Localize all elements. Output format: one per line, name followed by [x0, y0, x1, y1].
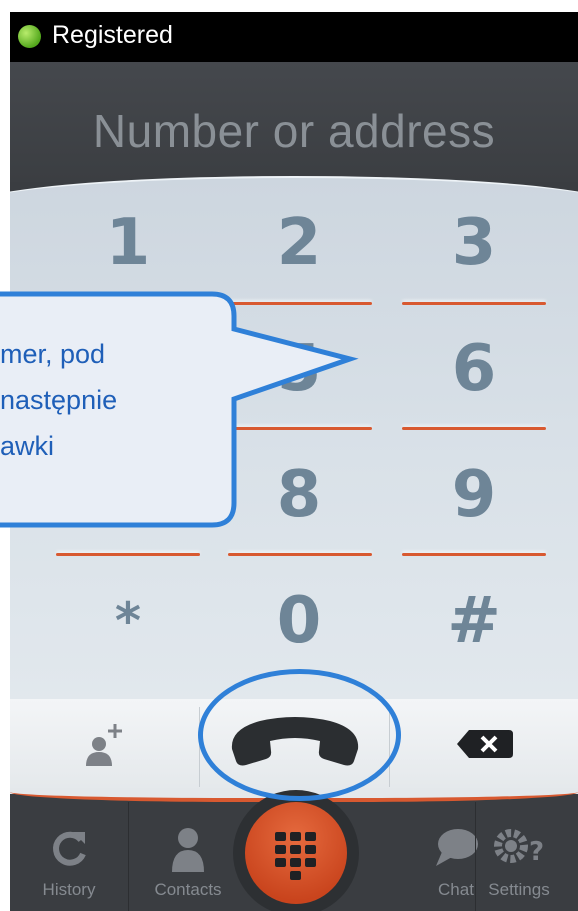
nav-contacts[interactable]: Contacts: [129, 802, 247, 911]
add-contact-button[interactable]: [10, 699, 199, 794]
address-bar: Number or address: [10, 62, 578, 182]
key-0[interactable]: 0: [227, 566, 371, 676]
backspace-icon: [455, 726, 515, 767]
gears-icon: ?: [460, 826, 578, 875]
address-input[interactable]: Number or address: [10, 104, 578, 158]
key-hash[interactable]: #: [402, 566, 546, 676]
backspace-button[interactable]: [390, 699, 578, 794]
nav-contacts-label: Contacts: [154, 880, 222, 899]
tutorial-callout: mer, pod następnie awki: [0, 291, 359, 528]
callout-text: mer, pod następnie awki: [0, 331, 230, 469]
add-contact-icon: [75, 714, 135, 779]
person-icon: [129, 826, 247, 879]
svg-text:?: ?: [529, 837, 544, 867]
call-button-highlight: [198, 669, 401, 801]
status-bar: Registered: [10, 12, 578, 62]
refresh-icon: [10, 826, 128, 875]
key-1[interactable]: 1: [56, 188, 200, 298]
key-separator: [402, 427, 546, 430]
registration-status-text: Registered: [52, 21, 173, 49]
key-6[interactable]: 6: [402, 314, 546, 424]
registration-status-icon: [18, 25, 41, 48]
callout-line: następnie: [0, 385, 118, 415]
dialpad-toggle-button[interactable]: [233, 790, 359, 911]
key-3[interactable]: 3: [402, 188, 546, 298]
callout-line: awki: [0, 431, 55, 461]
callout-line: mer, pod: [0, 339, 106, 369]
key-9[interactable]: 9: [402, 440, 546, 550]
nav-history[interactable]: History: [10, 802, 128, 911]
key-separator: [228, 553, 372, 556]
nav-settings-label: Settings: [488, 880, 550, 899]
nav-settings[interactable]: ? Settings: [460, 802, 578, 911]
key-separator: [402, 553, 546, 556]
nav-history-label: History: [42, 880, 96, 899]
key-separator: [402, 302, 546, 305]
dialpad-grid-icon: [245, 802, 347, 904]
key-star[interactable]: *: [56, 566, 200, 676]
key-2[interactable]: 2: [227, 188, 371, 298]
key-separator: [56, 553, 200, 556]
